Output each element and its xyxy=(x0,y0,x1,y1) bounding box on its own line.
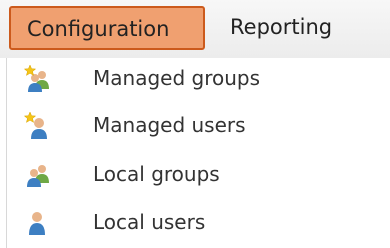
menu-bar: Configuration Reporting xyxy=(0,0,390,58)
managed-user-icon xyxy=(23,111,53,141)
tab-reporting[interactable]: Reporting xyxy=(230,6,332,50)
menu-item-local-groups[interactable]: Local groups xyxy=(7,154,390,198)
managed-groups-icon xyxy=(23,64,53,94)
local-groups-icon xyxy=(23,160,53,190)
local-user-icon xyxy=(23,208,53,238)
menu-item-managed-users[interactable]: Managed users xyxy=(7,105,390,149)
menu-item-label: Local groups xyxy=(93,162,220,186)
menu-item-label: Local users xyxy=(93,210,206,234)
tab-reporting-label: Reporting xyxy=(230,15,333,39)
menu-item-label: Managed users xyxy=(93,113,246,137)
menu-item-label: Managed groups xyxy=(93,66,261,90)
tab-configuration[interactable]: Configuration xyxy=(9,6,205,50)
configuration-dropdown-menu: Managed groups Managed users Local group… xyxy=(6,58,390,248)
menu-item-managed-groups[interactable]: Managed groups xyxy=(7,58,390,102)
menu-item-local-users[interactable]: Local users xyxy=(7,202,390,246)
tab-configuration-label: Configuration xyxy=(27,17,170,41)
